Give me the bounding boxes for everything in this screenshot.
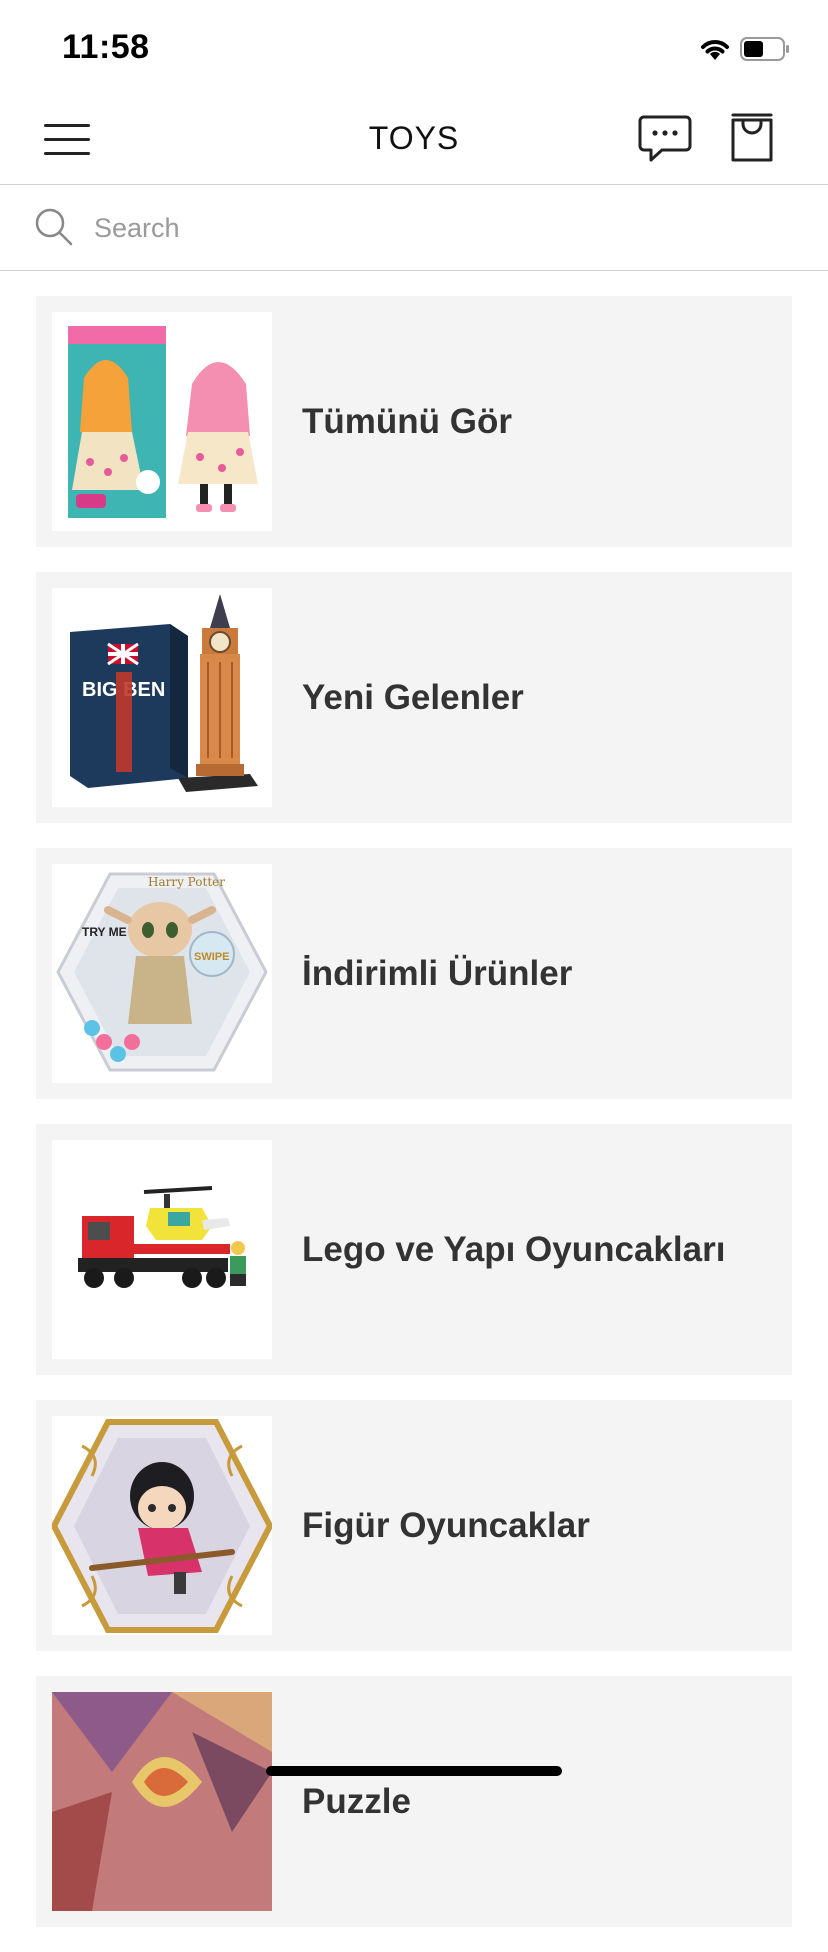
wow-pods-figure-image: SWIPE TRY ME Harry Potter (52, 864, 272, 1083)
category-label: İndirimli Ürünler (302, 954, 573, 993)
shopping-bag-icon[interactable] (728, 112, 776, 164)
svg-text:TRY ME: TRY ME (82, 925, 127, 939)
search-input[interactable] (92, 203, 776, 253)
search-icon (35, 208, 73, 246)
page-title: TOYS (368, 120, 460, 156)
lego-truck-helicopter-image (52, 1140, 272, 1359)
status-bar: 11:58 (0, 0, 828, 90)
category-label: Yeni Gelenler (302, 678, 524, 717)
home-indicator[interactable] (266, 1766, 562, 1776)
category-label: Lego ve Yapı Oyuncakları (302, 1230, 726, 1269)
category-item-figur-oyuncaklar[interactable]: Figür Oyuncaklar (36, 1400, 792, 1651)
category-list: Tümünü Gör BIG BEN Yeni Gelenler SWIPE T… (36, 296, 792, 1952)
chat-icon[interactable] (638, 114, 692, 164)
category-label: Figür Oyuncaklar (302, 1506, 590, 1545)
category-item-indirimli-urunler[interactable]: SWIPE TRY ME Harry Potter İndirimli Ürün… (36, 848, 792, 1099)
category-item-tumunu-gor[interactable]: Tümünü Gör (36, 296, 792, 547)
search-bar (0, 185, 828, 271)
category-item-yeni-gelenler[interactable]: BIG BEN Yeni Gelenler (36, 572, 792, 823)
category-item-puzzle[interactable]: Puzzle (36, 1676, 792, 1927)
category-label: Puzzle (302, 1782, 411, 1821)
status-time: 11:58 (62, 28, 150, 66)
puzzle-art-image (52, 1692, 272, 1911)
fashion-doll-image (52, 312, 272, 531)
big-ben-puzzle-image: BIG BEN (52, 588, 272, 807)
nav-bar: TOYS (0, 90, 828, 185)
battery-icon (740, 37, 789, 61)
category-item-lego-ve-yapi-oyuncaklari[interactable]: Lego ve Yapı Oyuncakları (36, 1124, 792, 1375)
svg-text:Harry Potter: Harry Potter (148, 875, 225, 889)
svg-text:SWIPE: SWIPE (194, 951, 229, 963)
category-label: Tümünü Gör (302, 402, 512, 441)
hexagon-figure-image (52, 1416, 272, 1635)
wifi-icon (701, 40, 729, 60)
